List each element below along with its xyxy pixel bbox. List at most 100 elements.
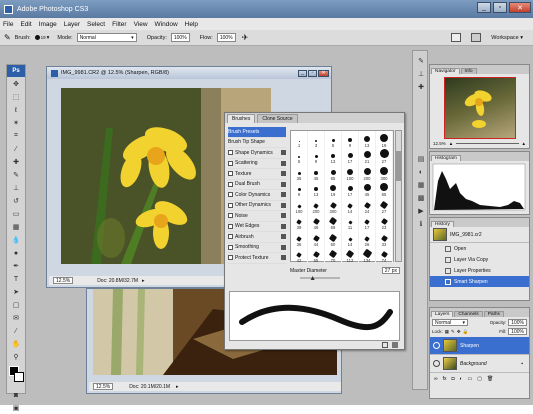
brush-preset[interactable]: 5 (291, 147, 308, 164)
brush-preset[interactable]: 134 (359, 246, 376, 263)
tab-paths[interactable]: Paths (483, 311, 504, 317)
layer-row[interactable]: Sharpen (430, 337, 529, 355)
brush-preset[interactable]: 36 (291, 230, 308, 247)
checkbox[interactable] (228, 213, 233, 219)
brush-preset[interactable]: 27 (376, 197, 393, 214)
crop-tool-icon[interactable]: ⌗ (8, 130, 24, 142)
brush-preset[interactable]: 17 (342, 180, 359, 197)
checkbox[interactable] (228, 150, 233, 156)
scroll-thumb[interactable] (396, 151, 401, 181)
brush-preset[interactable]: 70 (325, 246, 342, 263)
brush-tool-icon[interactable]: ✎ (8, 169, 24, 181)
brush-option-item[interactable]: Shape Dynamics (228, 148, 286, 159)
clone-source-icon[interactable]: ⊥ (413, 68, 429, 80)
hand-tool-icon[interactable]: ✋ (8, 338, 24, 350)
pen-tool-icon[interactable]: ✒ (8, 260, 24, 272)
presets-scrollbar[interactable] (395, 130, 402, 262)
layer-row[interactable]: Background ▪ (430, 355, 529, 373)
brush-option-item[interactable]: Smoothing (228, 243, 286, 253)
status-arrow-icon[interactable]: ▸ (176, 384, 179, 390)
brush-preset[interactable]: 26 (359, 230, 376, 247)
tab-brushes[interactable]: Brushes (227, 114, 256, 123)
healing-brush-tool-icon[interactable]: ✚ (8, 156, 24, 168)
brush-preset[interactable]: 74 (376, 246, 393, 263)
zoom-field[interactable]: 12.5% (53, 277, 74, 284)
brush-preset[interactable]: 55 (308, 246, 325, 263)
navigator-zoom[interactable]: 12.5% (433, 141, 446, 146)
clone-stamp-tool-icon[interactable]: ⊥ (8, 182, 24, 194)
tab-history[interactable]: History (431, 221, 454, 227)
brush-preset[interactable]: 65 (376, 180, 393, 197)
zoom-in-icon[interactable]: ▲ (522, 141, 526, 146)
brush-preset[interactable]: 59 (325, 213, 342, 230)
menu-filter[interactable]: Filter (112, 21, 126, 28)
move-tool-icon[interactable]: ✥ (8, 78, 24, 90)
brush-preset[interactable]: 42 (291, 246, 308, 263)
brush-preset[interactable]: 19 (325, 180, 342, 197)
brush-preset[interactable]: 13 (359, 131, 376, 148)
shape-tool-icon[interactable]: ▢ (8, 299, 24, 311)
brush-preset[interactable]: 1 (291, 131, 308, 148)
brush-preset[interactable]: 60 (325, 230, 342, 247)
lock-icon[interactable] (281, 244, 286, 250)
doc-size[interactable]: Doc: 20.8M/32.7M (97, 278, 138, 284)
navigator-thumbnail[interactable] (443, 77, 516, 139)
brush-option-item[interactable]: Noise (228, 211, 286, 222)
maximize-button[interactable]: ▫ (493, 2, 507, 13)
tab-layers[interactable]: Layers (431, 311, 454, 317)
history-item[interactable]: Layer Via Copy (430, 254, 529, 265)
brush-preset[interactable]: 13 (308, 180, 325, 197)
brush-preset[interactable]: 19 (376, 131, 393, 148)
menu-file[interactable]: File (3, 21, 13, 28)
visibility-eye-icon[interactable] (433, 360, 440, 367)
blend-mode-select[interactable]: Normal ▾ (432, 319, 468, 326)
opacity-field[interactable]: 100% (170, 33, 190, 42)
brush-preset[interactable]: 200 (359, 164, 376, 181)
brush-preset[interactable]: 14 (342, 230, 359, 247)
diameter-slider[interactable] (290, 276, 350, 280)
delete-layer-icon[interactable]: 🗑 (487, 376, 493, 382)
brush-preset[interactable]: 9 (291, 180, 308, 197)
visibility-eye-icon[interactable] (433, 342, 440, 349)
layer-opacity-field[interactable]: 100% (508, 319, 527, 326)
tab-clone-source[interactable]: Clone Source (257, 114, 298, 123)
brush-preset[interactable]: 65 (325, 164, 342, 181)
checkbox[interactable] (228, 223, 233, 229)
checkbox[interactable] (228, 192, 233, 198)
brush-preset[interactable]: 300 (325, 197, 342, 214)
checkbox[interactable] (228, 202, 233, 208)
info-icon[interactable]: ℹ (413, 218, 429, 230)
brush-option-item[interactable]: Brush Presets (228, 127, 286, 138)
trash-icon[interactable] (392, 342, 398, 348)
lock-icon[interactable] (281, 192, 286, 198)
brush-preset[interactable]: 23 (376, 213, 393, 230)
checkbox[interactable] (228, 255, 233, 261)
fill-field[interactable]: 100% (508, 328, 527, 335)
slice-tool-icon[interactable]: ⁄ (8, 143, 24, 155)
menu-image[interactable]: Image (39, 21, 57, 28)
tab-channels[interactable]: Channels (454, 311, 483, 317)
doc-minimize-button[interactable]: _ (298, 69, 307, 77)
brush-preset[interactable]: 44 (308, 230, 325, 247)
menu-view[interactable]: View (134, 21, 148, 28)
magic-wand-tool-icon[interactable]: ✶ (8, 117, 24, 129)
lock-all-icon[interactable]: 🔒 (463, 329, 469, 335)
path-selection-tool-icon[interactable]: ➤ (8, 286, 24, 298)
lock-icon[interactable] (281, 160, 286, 166)
brush-option-item[interactable]: Wet Edges (228, 222, 286, 232)
tab-info[interactable]: Info (460, 68, 477, 74)
new-group-icon[interactable]: ▭ (468, 376, 473, 382)
swatches-icon[interactable]: ▦ (413, 179, 429, 191)
brush-preset[interactable]: 27 (376, 147, 393, 164)
brush-preset[interactable]: 200 (308, 197, 325, 214)
brush-option-item[interactable]: Texture (228, 169, 286, 180)
color-panel-icon[interactable]: ◐ (413, 166, 429, 178)
lock-icon[interactable] (281, 255, 286, 261)
zoom-field-2[interactable]: 12.5% (93, 383, 114, 390)
new-layer-icon[interactable]: ▢ (477, 376, 482, 382)
brushes-panel-icon[interactable]: ✎ (413, 55, 429, 67)
menu-help[interactable]: Help (185, 21, 198, 28)
brush-picker[interactable]: 19 ▾ (34, 34, 49, 41)
brush-preset[interactable]: 300 (376, 164, 393, 181)
close-button[interactable]: ✕ (509, 2, 531, 13)
